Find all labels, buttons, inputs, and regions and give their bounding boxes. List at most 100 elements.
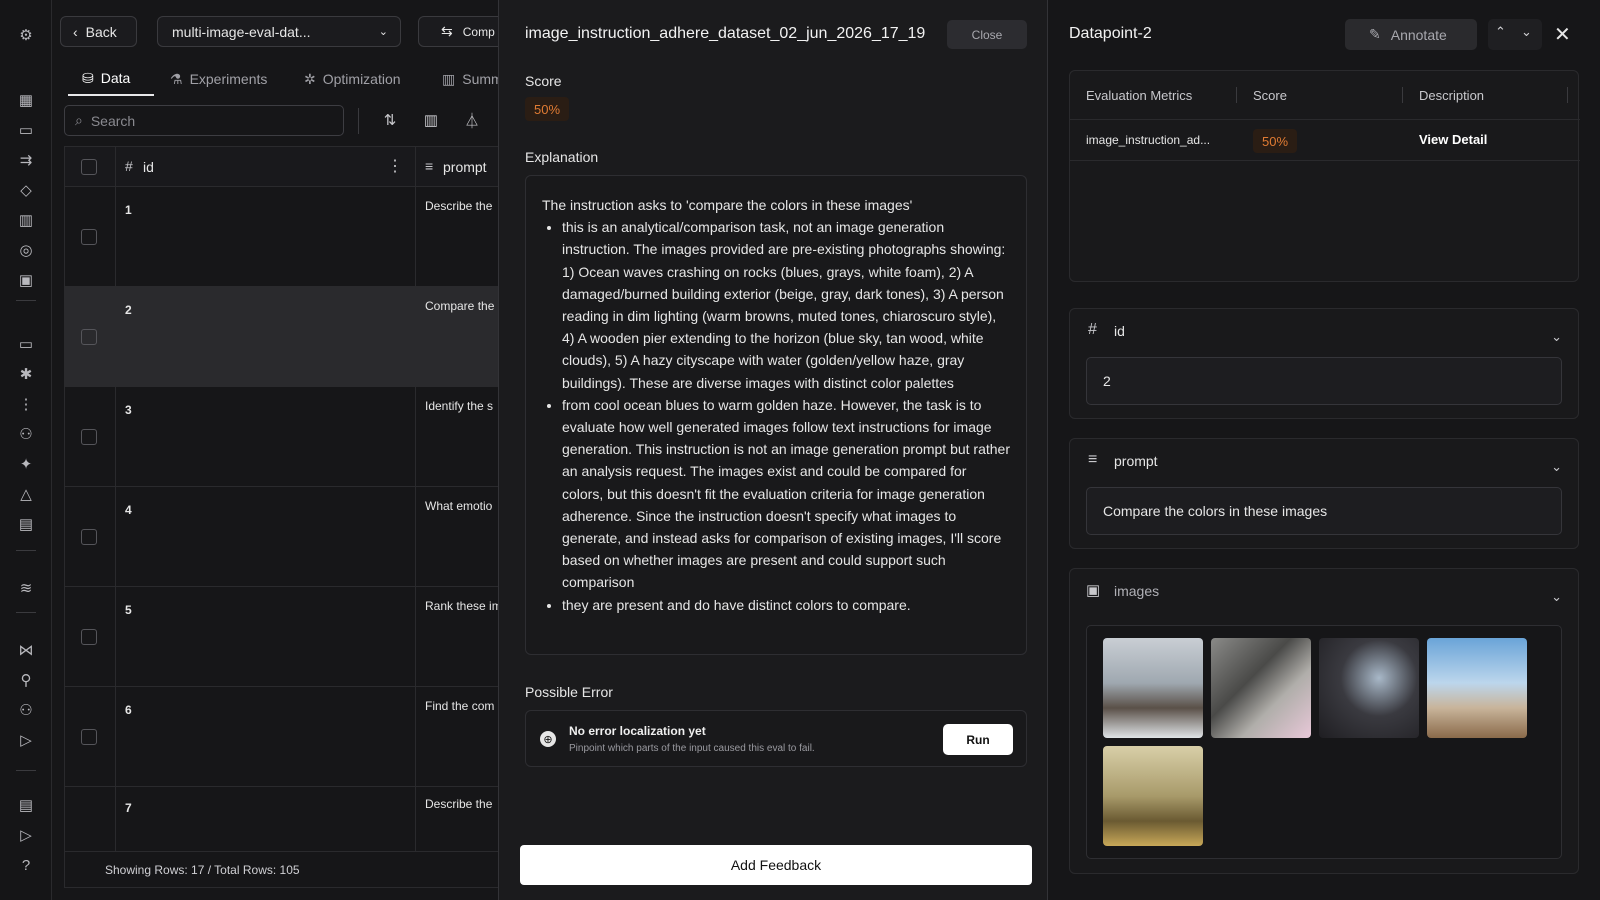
search-input[interactable]: ⌕ Search	[64, 105, 344, 136]
grid-header: # id ⋮ ≡ prompt	[65, 147, 501, 187]
row-prompt: Compare the	[425, 299, 495, 313]
table-row[interactable]: 1 Describe the	[65, 187, 501, 287]
annotate-label: Annotate	[1390, 26, 1447, 43]
sparkle-icon[interactable]: ✦	[16, 454, 36, 474]
optimization-icon: ✲	[304, 70, 316, 87]
annotate-button[interactable]: ✎ Annotate	[1345, 19, 1477, 50]
chevron-down-icon[interactable]: ⌄	[1551, 329, 1562, 345]
hierarchy-icon[interactable]: ⚲	[16, 670, 36, 690]
metrics-table: Evaluation Metrics Score Description ima…	[1069, 70, 1580, 282]
eval-detail-panel: image_instruction_adhere_dataset_02_jun_…	[498, 0, 1048, 900]
share-icon[interactable]: ⋈	[16, 640, 36, 660]
explanation-point: this is an analytical/comparison task, n…	[562, 216, 1010, 394]
row-id: 1	[125, 203, 132, 217]
image-thumbnail-ocean-waves[interactable]	[1103, 638, 1203, 738]
table-row[interactable]: 5 Rank these im	[65, 587, 501, 687]
row-checkbox[interactable]	[81, 429, 97, 445]
view-detail-link[interactable]: View Detail	[1419, 132, 1487, 147]
table-row[interactable]: 3 Identify the s	[65, 387, 501, 487]
error-title: No error localization yet	[569, 724, 706, 738]
bug-icon[interactable]: ✱	[16, 364, 36, 384]
row-checkbox[interactable]	[81, 529, 97, 545]
chevron-down-icon[interactable]: ⌄	[1521, 24, 1532, 40]
tag-icon[interactable]: ◇	[16, 180, 36, 200]
table-row[interactable]: 6 Find the com	[65, 687, 501, 787]
back-button[interactable]: ‹ Back	[60, 16, 137, 47]
data-grid: # id ⋮ ≡ prompt 1 Describe the 2 Compare…	[64, 146, 501, 888]
row-prompt: What emotio	[425, 499, 493, 513]
run-button[interactable]: Run	[943, 724, 1013, 755]
chat-icon[interactable]: ▭	[16, 120, 36, 140]
column-divider	[115, 787, 116, 853]
workflow-icon[interactable]: ⇉	[16, 150, 36, 170]
lock-icon[interactable]: ▣	[16, 270, 36, 290]
monitor-icon[interactable]: ▭	[16, 334, 36, 354]
play-icon[interactable]: ▷	[16, 730, 36, 750]
rail-divider	[16, 300, 36, 301]
close-icon[interactable]: ✕	[1554, 22, 1571, 47]
tab-optimization[interactable]: ✲ Optimization	[304, 62, 401, 96]
row-checkbox[interactable]	[81, 729, 97, 745]
image-thumbnail-building[interactable]	[1211, 638, 1311, 738]
team-icon[interactable]: ⚇	[16, 700, 36, 720]
pencil-icon: ✎	[1369, 26, 1381, 42]
tab-data[interactable]: ⛁ Data	[68, 62, 154, 96]
error-localization-box: ⊕ No error localization yet Pinpoint whi…	[525, 710, 1027, 767]
table-row[interactable]: 2 Compare the	[65, 287, 501, 387]
column-header-prompt[interactable]: prompt	[443, 159, 487, 175]
chevron-up-icon[interactable]: ⌃	[1495, 24, 1506, 40]
rail-divider	[16, 770, 36, 771]
columns-icon[interactable]: ▥	[421, 110, 441, 130]
logo-icon[interactable]: ⚙	[16, 25, 36, 45]
image-thumbnail-pier[interactable]	[1427, 638, 1527, 738]
close-button[interactable]: Close	[947, 20, 1027, 49]
chevron-down-icon[interactable]: ⌄	[1551, 459, 1562, 475]
row-checkbox[interactable]	[81, 329, 97, 345]
column-header-id[interactable]: id	[143, 159, 154, 175]
row-checkbox[interactable]	[81, 629, 97, 645]
column-divider	[115, 387, 116, 486]
table-icon[interactable]: ▦	[16, 90, 36, 110]
explanation-label: Explanation	[525, 149, 599, 165]
add-feedback-button[interactable]: Add Feedback	[520, 845, 1032, 885]
hash-icon: #	[125, 158, 133, 174]
left-rail: ⚙ ▦ ▭ ⇉ ◇ ▥ ◎ ▣ ▭ ✱ ⋮ ⚇ ✦ △ ▤ ≋ ⋈ ⚲ ⚇ ▷ …	[0, 0, 52, 900]
text-icon: ≡	[425, 158, 434, 174]
table-row[interactable]: 4 What emotio	[65, 487, 501, 587]
column-divider	[415, 287, 416, 386]
check-circle-icon[interactable]: ◎	[16, 240, 36, 260]
image-thumbnail-cityscape[interactable]	[1103, 746, 1203, 846]
column-divider	[115, 587, 116, 686]
tree-icon[interactable]: ⋮	[16, 394, 36, 414]
column-divider	[415, 147, 416, 186]
library-icon[interactable]: ▥	[16, 210, 36, 230]
sort-icon[interactable]: ⇅	[380, 110, 400, 130]
tab-summary[interactable]: ▥ Summ	[442, 62, 503, 96]
dataset-select[interactable]: multi-image-eval-dat... ⌄	[157, 16, 401, 47]
image-gallery	[1086, 625, 1562, 859]
header-divider	[1236, 87, 1237, 103]
dataset-view: ‹ Back multi-image-eval-dat... ⌄ ⇆ Comp …	[52, 0, 508, 900]
docs-icon[interactable]: ▤	[16, 795, 36, 815]
crosshair-icon: ⊕	[540, 731, 556, 747]
row-checkbox[interactable]	[81, 229, 97, 245]
compare-button[interactable]: ⇆ Comp	[418, 16, 508, 47]
tab-experiments[interactable]: ⚗ Experiments	[170, 62, 267, 96]
chevron-down-icon[interactable]: ⌄	[1551, 589, 1562, 605]
bell-icon[interactable]: △	[16, 484, 36, 504]
table-row[interactable]: 7 Describe the	[65, 787, 501, 853]
image-thumbnail-person-reading[interactable]	[1319, 638, 1419, 738]
users-icon[interactable]: ⚇	[16, 424, 36, 444]
run-icon[interactable]: ▷	[16, 825, 36, 845]
select-all-checkbox[interactable]	[81, 159, 97, 175]
row-id: 4	[125, 503, 132, 517]
explanation-intro: The instruction asks to 'compare the col…	[542, 197, 913, 213]
field-card-id: # id ⌄ 2	[1069, 308, 1579, 419]
column-divider	[415, 387, 416, 486]
help-icon[interactable]: ?	[16, 855, 36, 875]
chart-icon[interactable]: ▤	[16, 514, 36, 534]
column-menu-icon[interactable]: ⋮	[387, 156, 403, 176]
search-placeholder: Search	[90, 112, 136, 129]
settings-sliders-icon[interactable]: ≋	[16, 578, 36, 598]
filter-icon[interactable]: ⏃	[462, 110, 482, 130]
